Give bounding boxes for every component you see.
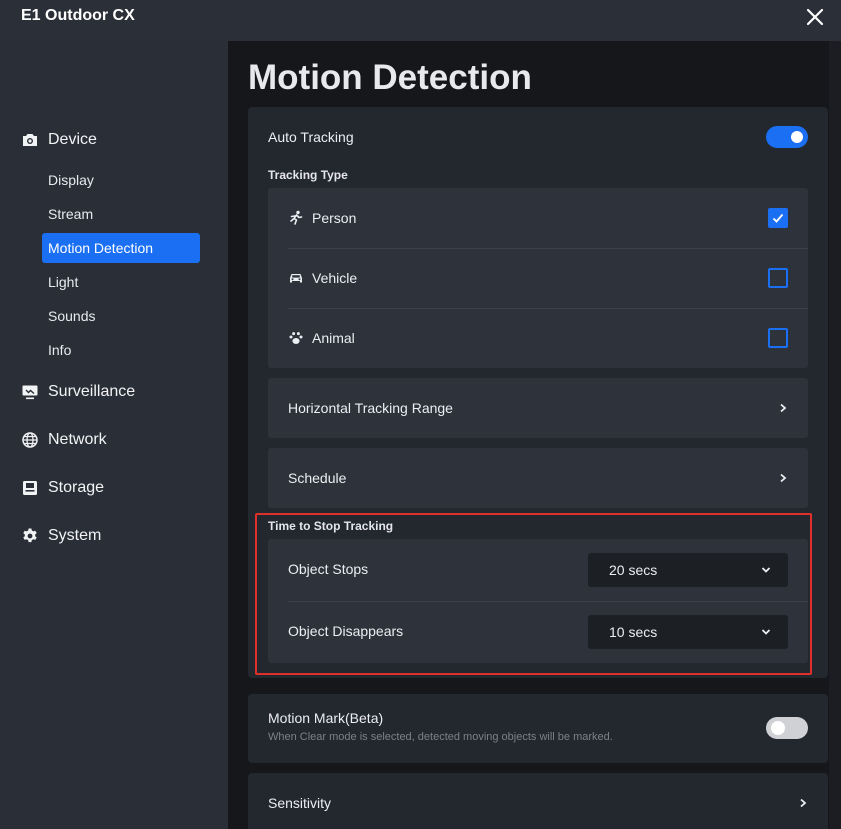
running-person-icon [290,210,303,225]
sidebar-group-surveillance-label: Surveillance [48,383,136,400]
page-title: Motion Detection [248,58,532,97]
chevron-right-icon [780,403,787,413]
person-checkbox[interactable] [768,208,788,228]
sidebar-item-stream[interactable]: Stream [42,199,200,229]
tracking-type-person-label: Person [312,210,357,226]
animal-checkbox[interactable] [768,328,788,348]
close-icon[interactable] [803,5,827,29]
tracking-type-title: Tracking Type [268,168,348,182]
sidebar-group-device-label: Device [48,131,97,148]
sidebar-group-surveillance[interactable]: Surveillance [21,380,135,404]
chevron-right-icon [800,798,807,808]
chevron-down-icon [761,629,771,635]
sidebar-item-info[interactable]: Info [42,335,200,365]
sensitivity-row[interactable]: Sensitivity [248,773,828,829]
storage-icon [23,481,37,495]
horizontal-tracking-range-label: Horizontal Tracking Range [288,400,453,416]
tracking-type-vehicle-row[interactable]: Vehicle [288,248,808,308]
gear-icon [23,528,37,543]
globe-icon [22,432,38,448]
object-stops-value: 20 secs [609,562,658,578]
schedule-row[interactable]: Schedule [268,448,808,508]
sensitivity-label: Sensitivity [268,795,332,811]
vehicle-checkbox[interactable] [768,268,788,288]
window-title: E1 Outdoor CX [21,7,135,24]
object-stops-select[interactable]: 20 secs [588,553,788,587]
divider [288,601,808,602]
chevron-down-icon [761,567,771,573]
sidebar-item-sounds[interactable]: Sounds [42,301,200,331]
sidebar-group-storage[interactable]: Storage [21,476,104,500]
time-to-stop-tracking-title: Time to Stop Tracking [268,519,394,533]
sidebar-item-light[interactable]: Light [42,267,200,297]
horizontal-tracking-range-row[interactable]: Horizontal Tracking Range [268,378,808,438]
sidebar-group-system[interactable]: System [21,524,101,548]
checkmark-icon [772,213,784,223]
tracking-type-list: Person Vehicle Animal [268,188,808,368]
motion-mark-label: Motion Mark(Beta) [268,710,384,726]
scrollbar[interactable] [829,41,841,829]
sidebar-item-motion-detection[interactable]: Motion Detection [42,233,200,263]
object-disappears-select[interactable]: 10 secs [588,615,788,649]
sidebar: Device Display Stream Motion Detection L… [0,41,228,829]
object-disappears-label: Object Disappears [288,623,404,639]
schedule-label: Schedule [288,470,347,486]
tracking-type-vehicle-label: Vehicle [312,270,358,286]
object-disappears-value: 10 secs [609,624,658,640]
tracking-type-animal-label: Animal [312,330,355,346]
auto-tracking-label: Auto Tracking [268,129,354,145]
chevron-right-icon [780,473,787,483]
title-bar: E1 Outdoor CX [0,0,841,41]
auto-tracking-card: Auto Tracking Tracking Type Person Vehic… [248,107,828,678]
tracking-type-person-row[interactable]: Person [288,188,808,248]
motion-mark-description: When Clear mode is selected, detected mo… [268,731,613,743]
sidebar-item-display[interactable]: Display [42,165,200,195]
main-content: Motion Detection Auto Tracking Tracking … [228,41,841,829]
sidebar-group-system-label: System [48,527,102,544]
monitor-icon [22,385,38,400]
sidebar-group-network[interactable]: Network [21,428,107,452]
sidebar-group-device[interactable]: Device [21,128,97,152]
paw-icon [289,332,303,344]
auto-tracking-toggle[interactable] [766,126,808,148]
sidebar-group-storage-label: Storage [48,479,105,496]
camera-icon [23,134,37,146]
tracking-type-animal-row[interactable]: Animal [288,308,808,368]
object-stops-label: Object Stops [288,561,369,577]
motion-mark-toggle[interactable] [766,717,808,739]
time-to-stop-tracking-panel: Object Stops 20 secs Object Disappears 1… [268,539,808,663]
sidebar-group-network-label: Network [48,431,107,448]
motion-mark-card: Motion Mark(Beta) When Clear mode is sel… [248,694,828,763]
car-icon [290,274,302,283]
